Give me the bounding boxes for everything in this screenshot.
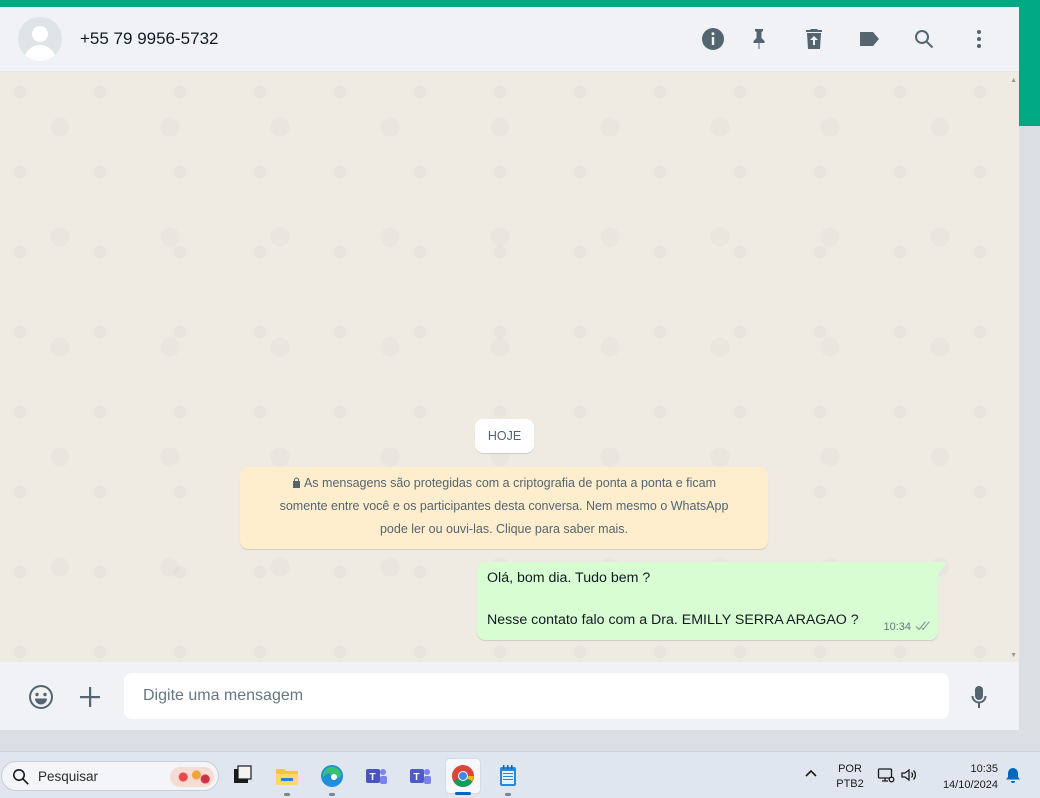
scroll-down-arrow[interactable]: ▼ [1010,652,1017,659]
message-input[interactable] [124,673,949,719]
encryption-line-2: somente entre você e os participantes de… [279,499,729,513]
system-clock[interactable]: 10:35 14/10/2024 [930,761,998,793]
outgoing-message[interactable]: Olá, bom dia. Tudo bem ? Nesse contato f… [477,562,938,640]
emoji-icon[interactable] [26,682,56,712]
message-time: 10:34 [883,621,911,633]
teams-work-icon[interactable]: T [358,758,394,794]
label-icon[interactable] [855,25,883,53]
date-divider: HOJE [475,419,534,453]
attach-plus-icon[interactable] [75,682,105,712]
lock-icon [292,473,301,488]
composer-bar [0,662,1019,730]
right-margin [1019,126,1040,751]
message-text-line-1: Olá, bom dia. Tudo bem ? [487,570,651,586]
info-icon[interactable] [699,25,727,53]
clock-time: 10:35 [970,763,998,775]
svg-text:T: T [370,772,376,783]
keyboard-layout: PTB2 [836,778,864,790]
running-indicator [455,792,471,795]
edge-icon[interactable] [314,758,350,796]
chat-header: +55 79 9956-5732 [0,7,1019,72]
whatsapp-window: +55 79 9956-5732 ▲ HOJE As mensagens são [0,7,1019,730]
search-highlight-image [170,767,214,787]
notification-bell-icon[interactable] [1004,766,1022,784]
contact-avatar[interactable] [18,17,62,61]
taskbar-search[interactable]: Pesquisar [1,761,219,791]
running-indicator [284,793,290,796]
right-accent-band [1019,0,1040,126]
windows-taskbar: Pesquisar T T POR PTB2 10:35 14/10/2024 [0,751,1040,798]
top-accent-strip [0,0,1040,7]
contact-name[interactable]: +55 79 9956-5732 [80,29,219,49]
teams-icon[interactable]: T [402,758,438,794]
input-language[interactable]: POR PTB2 [833,762,867,792]
avatar-head [32,26,48,42]
delete-icon[interactable] [800,25,828,53]
scroll-up-arrow[interactable]: ▲ [1010,77,1017,84]
encryption-notice[interactable]: As mensagens são protegidas com a cripto… [240,467,768,549]
network-icon[interactable] [877,766,895,784]
double-check-icon [914,620,930,634]
encryption-line-3: pode ler ou ouvi-las. Clique para saber … [379,522,629,536]
microphone-icon[interactable] [964,682,994,712]
encryption-line-1: As mensagens são protegidas com a cripto… [254,472,754,495]
search-icon [12,768,30,786]
message-meta: 10:34 [883,620,930,634]
file-explorer-icon[interactable] [269,758,305,796]
language-code: POR [838,763,862,775]
message-text-line-2: Nesse contato falo com a Dra. EMILLY SER… [487,612,859,628]
avatar-body [24,45,56,61]
message-tail [938,562,947,574]
svg-text:T: T [414,772,420,783]
clock-date: 14/10/2024 [942,779,998,791]
running-indicator [329,793,335,796]
tray-chevron-up-icon[interactable] [802,765,820,783]
search-icon[interactable] [910,25,938,53]
pin-icon[interactable] [745,25,773,53]
task-view-icon[interactable] [224,758,260,794]
encryption-text-1: As mensagens são protegidas com a cripto… [303,476,717,490]
notepad-icon[interactable] [490,758,526,796]
chrome-icon[interactable] [445,758,481,795]
running-indicator [505,793,511,796]
chat-area[interactable]: ▲ HOJE As mensagens são protegidas com a… [0,72,1019,662]
menu-icon[interactable] [965,25,993,53]
search-placeholder: Pesquisar [38,769,99,784]
volume-icon[interactable] [900,766,918,784]
